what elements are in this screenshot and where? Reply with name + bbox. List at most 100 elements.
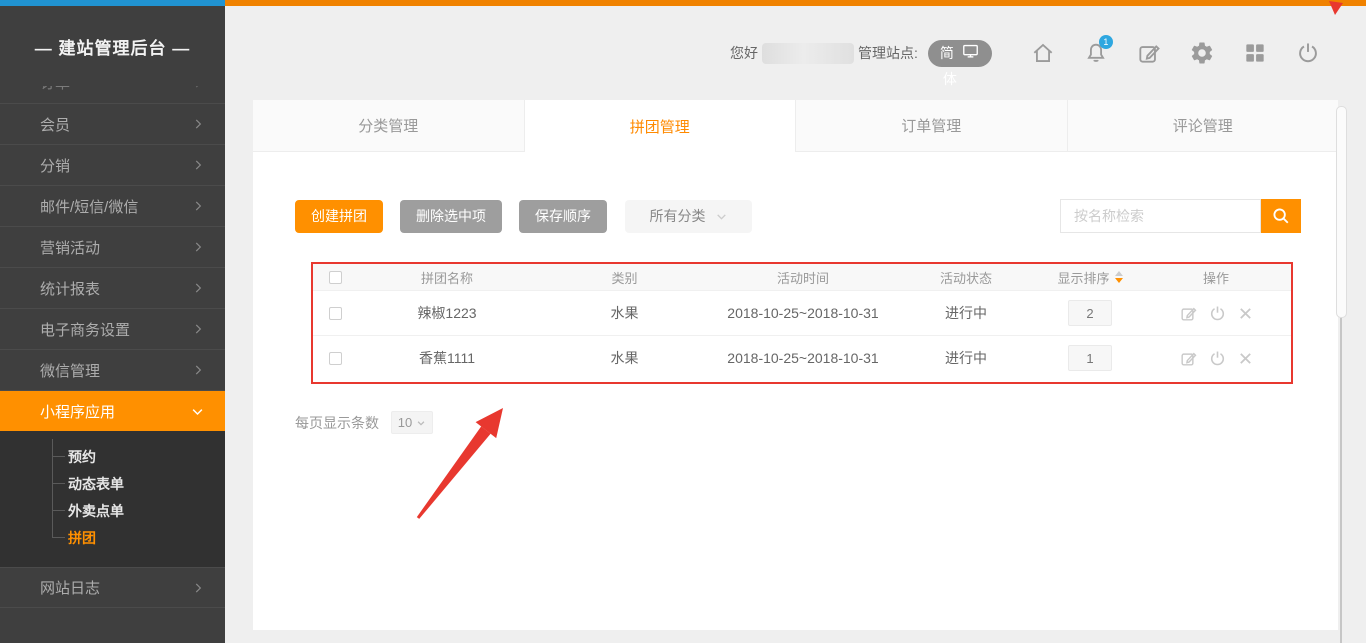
sort-order-input[interactable]: 1 (1068, 345, 1112, 371)
toolbar: 创建拼团 删除选中项 保存顺序 所有分类 (295, 199, 1301, 233)
cell-time: 2018-10-25~2018-10-31 (713, 305, 893, 321)
page-size-label: 每页显示条数 (295, 413, 379, 433)
cell-status: 进行中 (893, 303, 1039, 323)
sidebar-item-ecommerce-settings[interactable]: 电子商务设置 (0, 308, 225, 349)
sidebar-item-mail-sms-wechat[interactable]: 邮件/短信/微信 (0, 185, 225, 226)
column-header-sort: 显示排序 (1057, 268, 1109, 287)
loading-bar-orange-segment (225, 0, 1366, 6)
chevron-right-icon (191, 363, 205, 377)
column-header-name: 拼团名称 (358, 268, 536, 287)
sort-asc-icon (1115, 271, 1123, 276)
cell-name: 香蕉1111 (358, 348, 536, 368)
save-order-button[interactable]: 保存顺序 (519, 200, 607, 233)
language-primary-label: 简 (940, 43, 954, 63)
submenu-item-takeout-ordering[interactable]: 外卖点单 (0, 497, 225, 524)
tab-category-management[interactable]: 分类管理 (253, 100, 525, 152)
chevron-down-icon (416, 418, 426, 428)
sidebar-item-orders[interactable]: 订单 (0, 86, 225, 103)
row-checkbox[interactable] (329, 352, 342, 365)
sidebar-item-distribution[interactable]: 分销 (0, 144, 225, 185)
app-title: — 建站管理后台 — (0, 6, 225, 86)
site-label: 管理站点: (858, 43, 918, 63)
search-input[interactable] (1060, 199, 1261, 233)
monitor-icon (961, 42, 980, 64)
chevron-right-icon (191, 281, 205, 295)
page-size-select[interactable]: 10 (391, 411, 433, 434)
language-pill-button[interactable]: 简 (928, 40, 992, 67)
edit-row-button[interactable] (1179, 304, 1198, 323)
search-bar (1060, 199, 1301, 233)
chevron-down-icon (715, 210, 728, 223)
miniprogram-submenu: 预约 动态表单 外卖点单 拼团 (0, 431, 225, 567)
notification-badge: 1 (1099, 35, 1113, 49)
disable-row-button[interactable] (1208, 349, 1227, 368)
create-group-buy-button[interactable]: 创建拼团 (295, 200, 383, 233)
logout-button[interactable] (1295, 40, 1321, 66)
username-redacted (762, 43, 854, 64)
delete-selected-button[interactable]: 删除选中项 (400, 200, 502, 233)
gear-icon (1192, 43, 1212, 64)
category-filter-select[interactable]: 所有分类 (625, 200, 752, 233)
scrollbar-track (1340, 318, 1342, 643)
chevron-right-icon (191, 581, 205, 595)
tab-bar: 分类管理 拼团管理 订单管理 评论管理 (253, 100, 1338, 152)
apps-grid-button[interactable] (1242, 40, 1268, 66)
cell-status: 进行中 (893, 348, 1039, 368)
sidebar-item-wechat-management[interactable]: 微信管理 (0, 349, 225, 390)
disable-row-button[interactable] (1208, 304, 1227, 323)
edit-row-button[interactable] (1179, 349, 1198, 368)
grid-icon (1242, 40, 1268, 66)
sidebar: — 建站管理后台 — 订单 会员 分销 邮件/短信/微信 营 (0, 6, 225, 643)
chevron-right-icon (191, 86, 205, 90)
greeting-text: 您好 (730, 43, 758, 63)
search-button[interactable] (1261, 199, 1301, 233)
column-header-status: 活动状态 (893, 268, 1039, 287)
submenu-item-group-buying[interactable]: 拼团 (0, 524, 225, 551)
sidebar-item-statistics[interactable]: 统计报表 (0, 267, 225, 308)
submenu-item-booking[interactable]: 预约 (0, 443, 225, 470)
delete-row-button[interactable] (1237, 350, 1254, 367)
sort-desc-icon (1115, 278, 1123, 283)
header: 您好 管理站点: 简 体 1 (730, 36, 1321, 70)
close-icon (1237, 350, 1254, 367)
chevron-right-icon (191, 240, 205, 254)
search-icon (1270, 205, 1292, 227)
sidebar-item-site-logs[interactable]: 网站日志 (0, 567, 225, 608)
sidebar-item-miniprogram-apps[interactable]: 小程序应用 (0, 390, 225, 431)
row-checkbox[interactable] (329, 307, 342, 320)
sidebar-item-members[interactable]: 会员 (0, 103, 225, 144)
sort-toggle[interactable] (1115, 271, 1123, 283)
tab-order-management[interactable]: 订单管理 (796, 100, 1068, 152)
cell-category: 水果 (536, 348, 713, 368)
language-secondary-label: 体 (943, 69, 957, 89)
main-panel: 分类管理 拼团管理 订单管理 评论管理 创建拼团 删除选中项 保存顺序 所有分类… (253, 100, 1338, 630)
table-row: 香蕉1111 水果 2018-10-25~2018-10-31 进行中 1 (313, 335, 1291, 380)
sort-order-input[interactable]: 2 (1068, 300, 1112, 326)
notifications-button[interactable]: 1 (1083, 40, 1109, 66)
tab-group-buying-management[interactable]: 拼团管理 (525, 100, 797, 152)
select-all-checkbox[interactable] (329, 271, 342, 284)
cell-name: 辣椒1223 (358, 303, 536, 323)
pagination: 每页显示条数 10 (295, 411, 1338, 434)
submenu-item-dynamic-forms[interactable]: 动态表单 (0, 470, 225, 497)
home-button[interactable] (1030, 40, 1056, 66)
settings-button[interactable] (1189, 40, 1215, 66)
chevron-right-icon (191, 158, 205, 172)
delete-row-button[interactable] (1237, 305, 1254, 322)
column-header-operations: 操作 (1141, 268, 1291, 287)
table-header-row: 拼团名称 类别 活动时间 活动状态 显示排序 操作 (313, 264, 1291, 290)
column-header-category: 类别 (536, 268, 713, 287)
column-header-time: 活动时间 (713, 268, 893, 287)
chevron-right-icon (191, 199, 205, 213)
tab-comment-management[interactable]: 评论管理 (1068, 100, 1339, 152)
close-icon (1237, 305, 1254, 322)
scrollbar-thumb[interactable] (1336, 106, 1347, 318)
group-buy-table: 拼团名称 类别 活动时间 活动状态 显示排序 操作 辣椒1223 水果 2018… (311, 262, 1293, 384)
chevron-down-icon (190, 404, 205, 419)
sidebar-menu: 订单 会员 分销 邮件/短信/微信 营销活动 (0, 86, 225, 608)
cell-category: 水果 (536, 303, 713, 323)
sidebar-item-marketing[interactable]: 营销活动 (0, 226, 225, 267)
language-switcher: 简 体 (928, 40, 992, 67)
edit-site-button[interactable] (1136, 40, 1162, 66)
chevron-right-icon (191, 117, 205, 131)
